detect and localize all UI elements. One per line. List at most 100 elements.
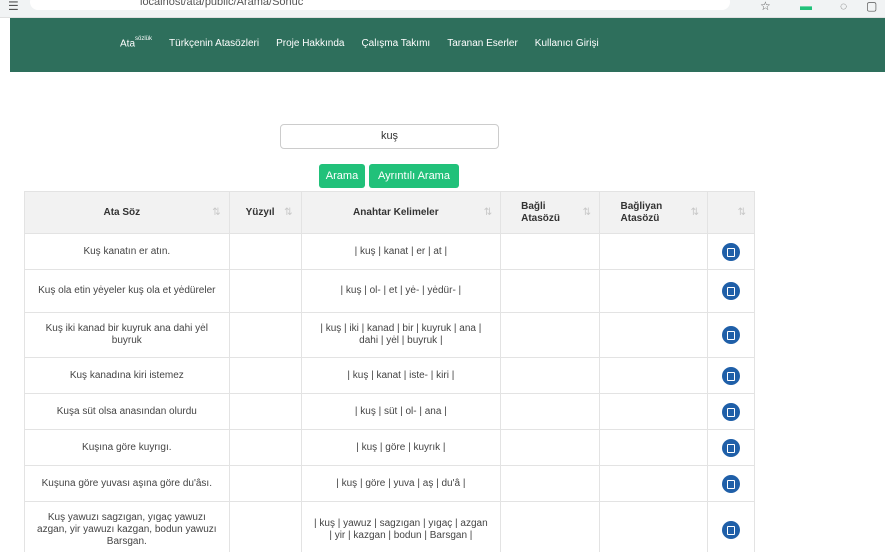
header-bagliyan-atasozu[interactable]: Bağliyan Atasözü ⇅	[599, 191, 708, 234]
table-row: Kuşına göre kuyrıgı. | kuş | göre | kuyr…	[24, 429, 756, 466]
cell-kelimeler: | kuş | yawuz | sagzıgan | yıgaç | azgan…	[300, 501, 502, 552]
nav-item-giris[interactable]: Kullanıcı Girişi	[535, 38, 599, 49]
header-label: Bağli Atasözü	[521, 200, 561, 224]
cell-actions	[706, 312, 756, 358]
sort-icon: ⇅	[690, 207, 699, 218]
header-label: Yüzyıl	[245, 207, 275, 218]
header-anahtar-kelimeler[interactable]: Anahtar Kelimeler ⇅	[300, 191, 502, 234]
cell-bagliyan	[599, 501, 708, 552]
cell-bagli	[500, 357, 601, 394]
table-row: Kuş iki kanad bir kuyruk ana dahi yėl bu…	[24, 312, 756, 358]
cell-actions	[706, 393, 756, 430]
sort-icon: ⇅	[582, 207, 592, 218]
edit-icon[interactable]	[721, 242, 740, 261]
cell-soz: Kuşına göre kuyrıgı.	[24, 429, 230, 466]
cell-bagli	[500, 233, 601, 270]
cell-soz: Kuş iki kanad bir kuyruk ana dahi yėl bu…	[24, 312, 230, 358]
nav-item-takim[interactable]: Çalışma Takımı	[361, 38, 430, 49]
header-actions[interactable]: ⇅	[706, 191, 756, 234]
cell-soz: Kuşuna göre yuvası aşına göre du'âsı.	[24, 465, 230, 502]
cell-kelimeler: | kuş | süt | ol- | ana |	[300, 393, 502, 430]
profile-icon[interactable]: ◌	[840, 0, 847, 12]
header-label: Anahtar Kelimeler	[353, 207, 439, 218]
cell-kelimeler: | kuş | göre | kuyrık |	[300, 429, 502, 466]
cell-bagliyan	[599, 429, 708, 466]
cell-yuzyil	[228, 233, 302, 270]
navbar: Atasözlük Türkçenin Atasözleri Proje Hak…	[10, 18, 885, 72]
header-yuzyil[interactable]: Yüzyıl ⇅	[228, 191, 302, 234]
cell-yuzyil	[228, 501, 302, 552]
cell-bagliyan	[599, 465, 708, 502]
cell-actions	[706, 269, 756, 313]
cell-yuzyil	[228, 269, 302, 313]
window-icon[interactable]: ▢	[866, 0, 877, 12]
cell-bagli	[500, 312, 601, 358]
brand-sup: sözlük	[135, 36, 153, 42]
cell-bagli	[500, 501, 601, 552]
cell-bagliyan	[599, 233, 708, 270]
cell-soz: Kuşa süt olsa anasından olurdu	[24, 393, 230, 430]
cell-bagli	[500, 269, 601, 313]
edit-icon[interactable]	[721, 474, 740, 493]
detailed-search-button[interactable]: Ayrıntılı Arama	[369, 164, 459, 188]
cell-kelimeler: | kuş | kanat | er | at |	[300, 233, 502, 270]
header-label: Ata Söz	[103, 207, 141, 218]
sort-icon: ⇅	[284, 207, 293, 218]
cell-yuzyil	[228, 393, 302, 430]
star-icon[interactable]: ☆	[760, 0, 771, 12]
browser-chrome: localhost/ata/public/Arama/Sonuc ☰ ☆ ▬ ◌…	[0, 0, 885, 18]
table-row: Kuşuna göre yuvası aşına göre du'âsı. | …	[24, 465, 756, 502]
cell-bagli	[500, 393, 601, 430]
header-ata-soz[interactable]: Ata Söz ⇅	[24, 191, 230, 234]
cell-soz: Kuş kanadına kiri istemez	[24, 357, 230, 394]
search-button[interactable]: Arama	[319, 164, 365, 188]
cell-yuzyil	[228, 312, 302, 358]
edit-icon[interactable]	[721, 326, 740, 344]
cell-yuzyil	[228, 357, 302, 394]
results-table: Ata Söz ⇅ Yüzyıl ⇅ Anahtar Kelimeler ⇅ Bağl…	[24, 191, 756, 552]
edit-icon[interactable]	[721, 438, 740, 457]
cell-soz: Kuş ola etin yėyeler kuş ola et yėdürele…	[24, 269, 230, 313]
table-header-row: Ata Söz ⇅ Yüzyıl ⇅ Anahtar Kelimeler ⇅ Bağl…	[24, 191, 756, 234]
cell-kelimeler: | kuş | göre | yuva | aş | du'â |	[300, 465, 502, 502]
cell-bagliyan	[599, 312, 708, 358]
cell-actions	[706, 501, 756, 552]
address-bar[interactable]: localhost/ata/public/Arama/Sonuc	[30, 0, 730, 10]
table-row: Kuşa süt olsa anasından olurdu | kuş | s…	[24, 393, 756, 430]
sort-icon: ⇅	[212, 207, 221, 218]
header-bagli-atasozu[interactable]: Bağli Atasözü ⇅	[500, 191, 601, 234]
cell-bagli	[500, 465, 601, 502]
edit-icon[interactable]	[721, 282, 740, 300]
edit-icon[interactable]	[721, 520, 740, 539]
cell-yuzyil	[228, 465, 302, 502]
cell-actions	[706, 233, 756, 270]
sort-icon: ⇅	[483, 207, 493, 218]
edit-icon[interactable]	[721, 402, 740, 421]
cell-yuzyil	[228, 429, 302, 466]
nav-item-proje[interactable]: Proje Hakkında	[276, 38, 344, 49]
extension-icon[interactable]: ▬	[800, 0, 812, 12]
search-input[interactable]: kuş	[280, 124, 499, 149]
table-row: Kuş kanadına kiri istemez | kuş | kanat …	[24, 357, 756, 394]
cell-bagliyan	[599, 269, 708, 313]
cell-soz: Kuş yawuzı sagzıgan, yıgaç yawuzı azgan,…	[24, 501, 230, 552]
table-row: Kuş kanatın er atın. | kuş | kanat | er …	[24, 233, 756, 270]
sort-icon: ⇅	[737, 207, 746, 218]
brand-text: Ata	[120, 38, 136, 50]
nav-menu: Atasözlük Türkçenin Atasözleri Proje Hak…	[120, 36, 616, 50]
table-row: Kuş yawuzı sagzıgan, yıgaç yawuzı azgan,…	[24, 501, 756, 552]
cell-actions	[706, 429, 756, 466]
nav-item-atasozleri[interactable]: Türkçenin Atasözleri	[169, 38, 259, 49]
edit-icon[interactable]	[721, 366, 740, 385]
cell-bagliyan	[599, 357, 708, 394]
cell-kelimeler: | kuş | kanat | iste- | kiri |	[300, 357, 502, 394]
table-row: Kuş ola etin yėyeler kuş ola et yėdürele…	[24, 269, 756, 313]
cell-actions	[706, 465, 756, 502]
header-label: Bağliyan Atasözü	[620, 200, 663, 224]
cell-kelimeler: | kuş | ol- | et | yė- | yėdür- |	[300, 269, 502, 313]
cell-bagliyan	[599, 393, 708, 430]
brand-link[interactable]: Atasözlük	[120, 36, 153, 50]
menu-icon[interactable]: ☰	[8, 0, 19, 12]
nav-item-eserler[interactable]: Taranan Eserler	[447, 38, 518, 49]
cell-soz: Kuş kanatın er atın.	[24, 233, 230, 270]
